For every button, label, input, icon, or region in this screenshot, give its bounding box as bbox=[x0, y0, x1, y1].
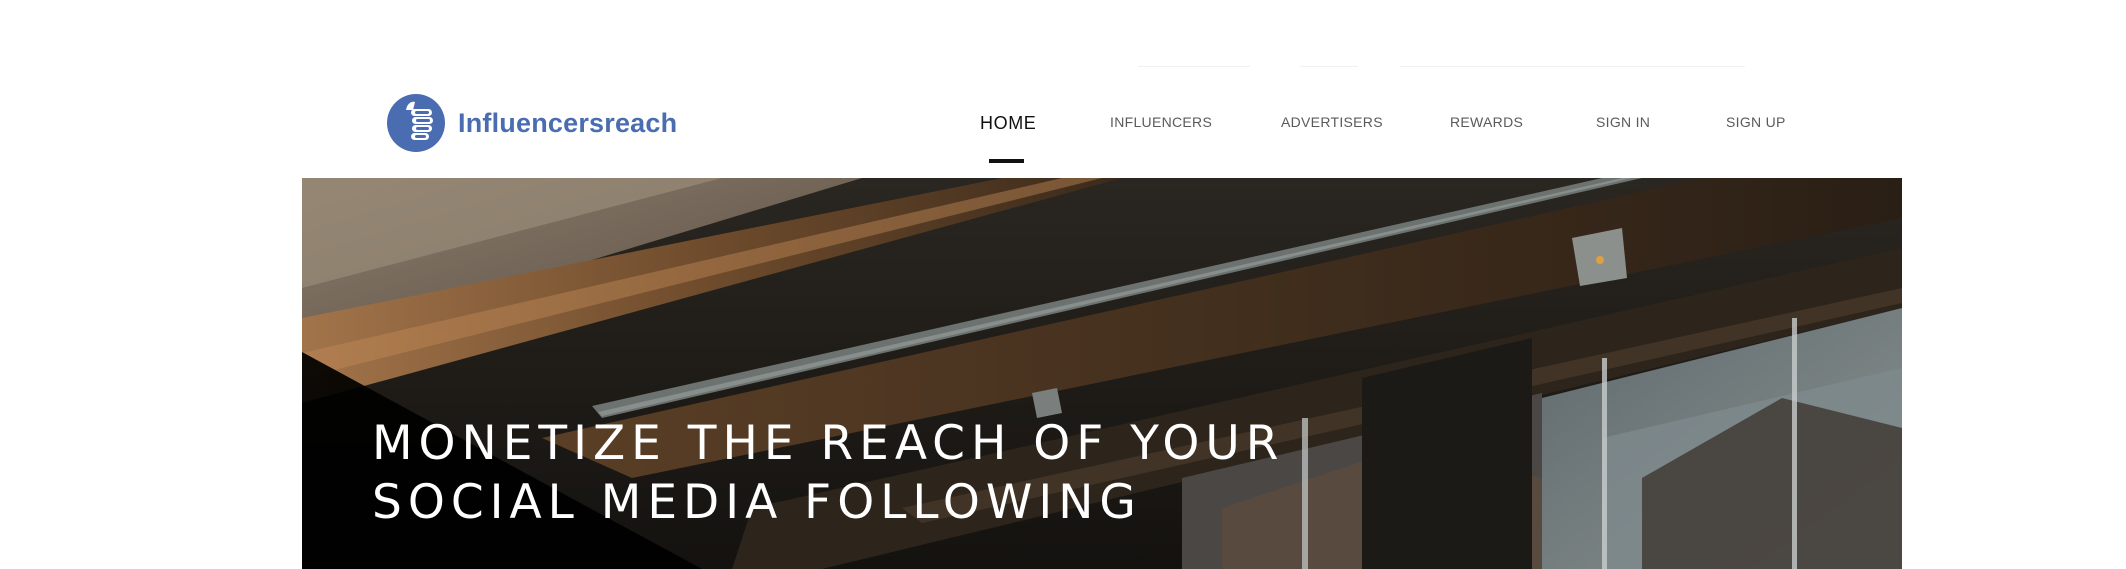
hero-title: MONETIZE THE REACH OF YOUR SOCIAL MEDIA … bbox=[372, 414, 1284, 532]
nav-home[interactable]: HOME bbox=[980, 113, 1036, 134]
nav-sign-up[interactable]: SIGN UP bbox=[1726, 114, 1786, 130]
nav-sign-in[interactable]: SIGN IN bbox=[1596, 114, 1650, 130]
main-nav: HOME INFLUENCERS ADVERTISERS REWARDS SIG… bbox=[302, 0, 1902, 178]
nav-rewards[interactable]: REWARDS bbox=[1450, 114, 1523, 130]
hero-title-line: SOCIAL MEDIA FOLLOWING bbox=[372, 475, 1142, 530]
site-header: Influencersreach HOME INFLUENCERS ADVERT… bbox=[302, 0, 1902, 178]
active-nav-indicator bbox=[989, 159, 1024, 163]
hero-banner: MONETIZE THE REACH OF YOUR SOCIAL MEDIA … bbox=[302, 178, 1902, 569]
hero-title-line: MONETIZE THE REACH OF YOUR bbox=[372, 416, 1285, 471]
page: Influencersreach HOME INFLUENCERS ADVERT… bbox=[0, 0, 2126, 569]
nav-advertisers[interactable]: ADVERTISERS bbox=[1281, 114, 1383, 130]
nav-influencers[interactable]: INFLUENCERS bbox=[1110, 114, 1212, 130]
